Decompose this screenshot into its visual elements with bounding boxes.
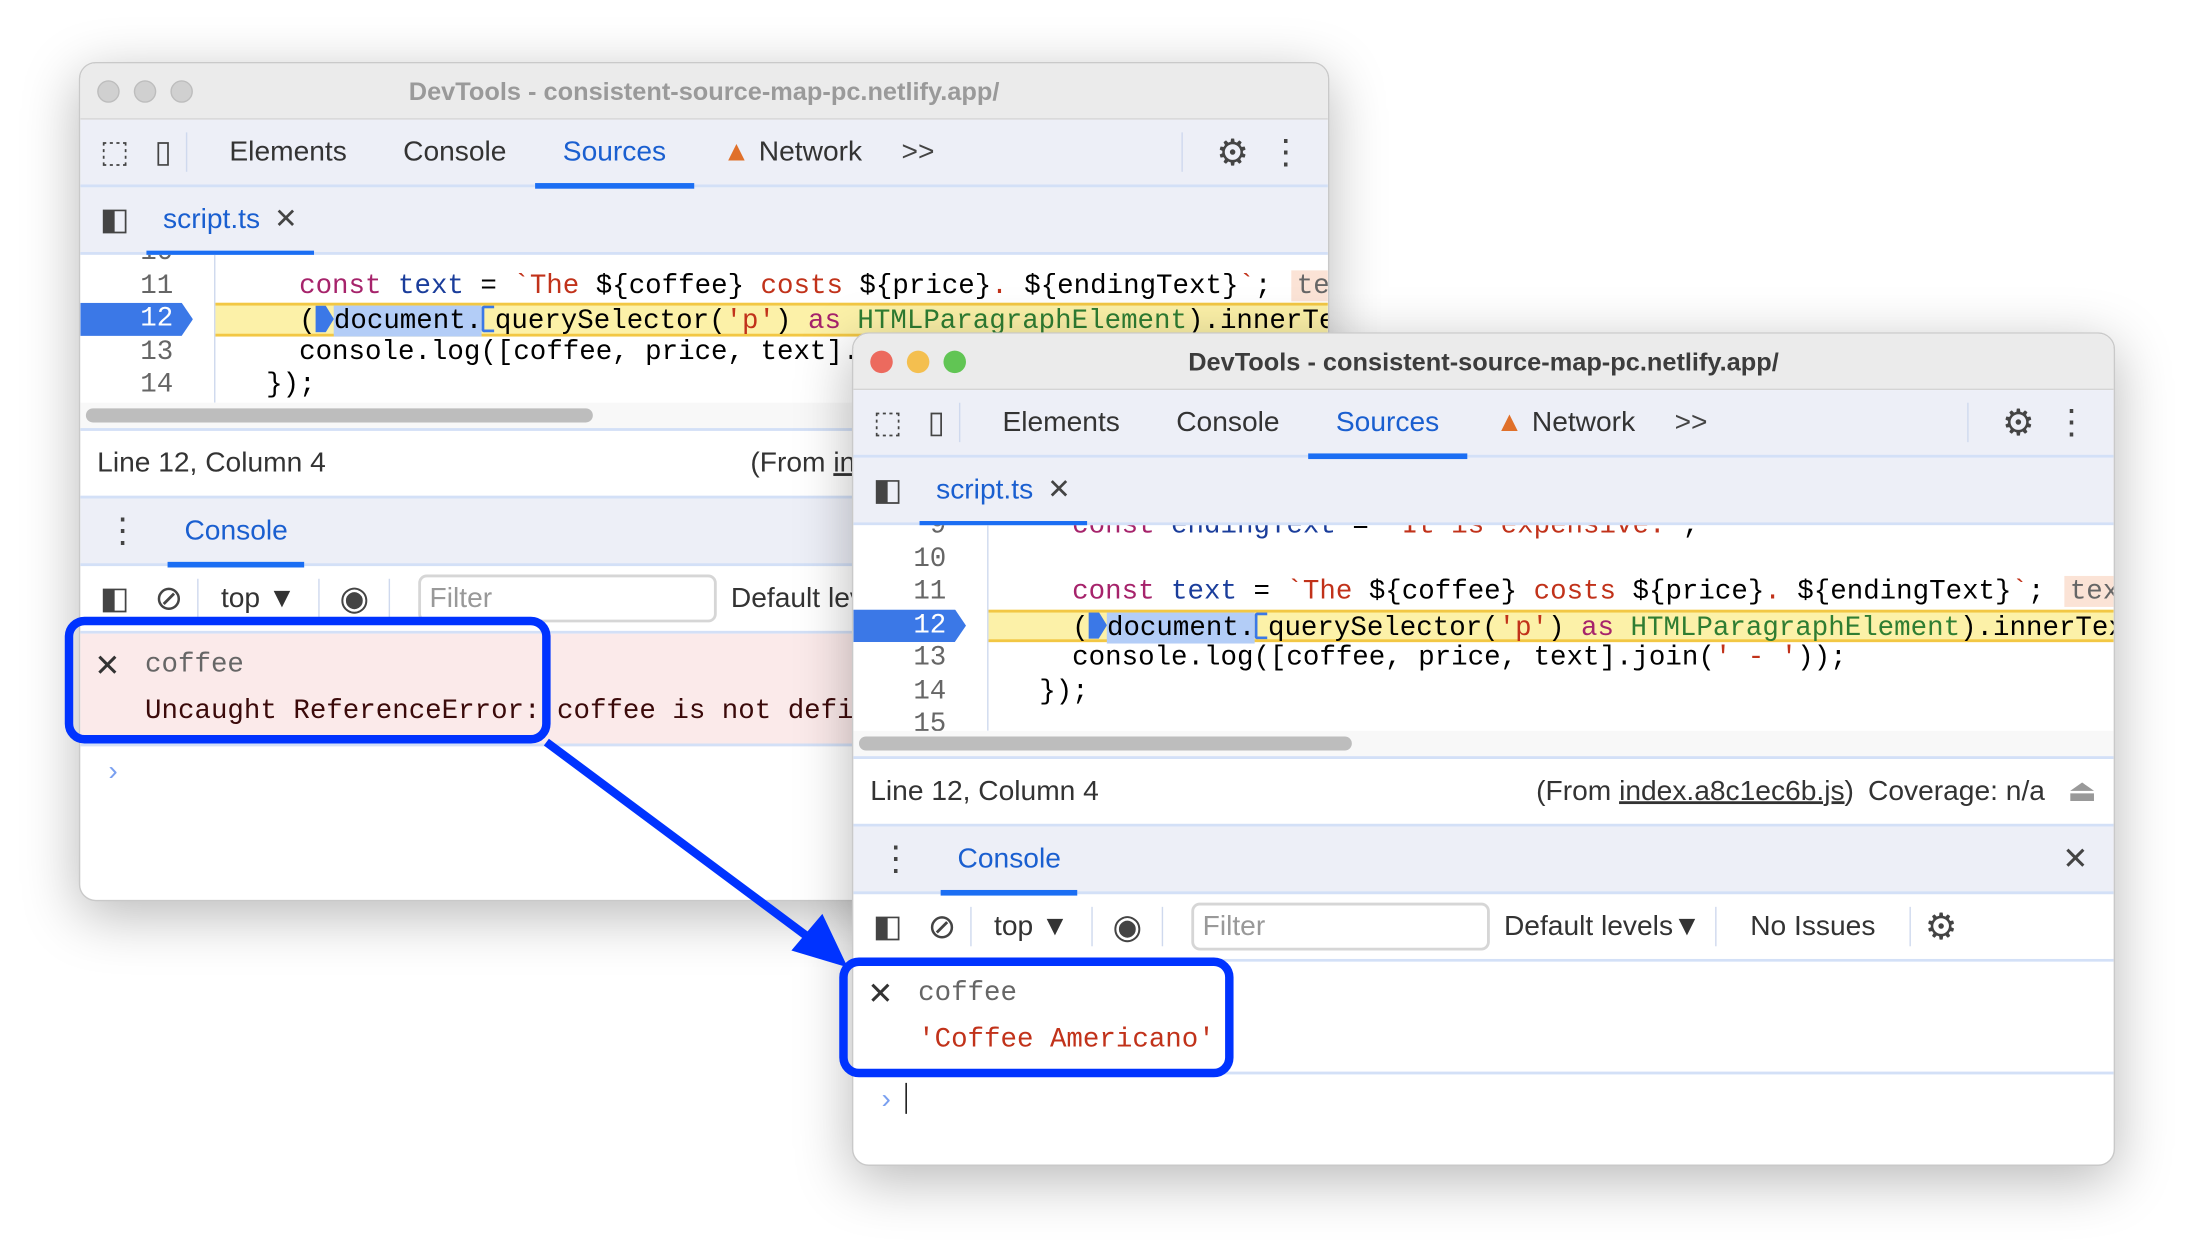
arrow-line (543, 738, 820, 947)
connector-arrow (543, 738, 848, 968)
arrow-head-icon (791, 913, 848, 968)
screenshot-stage: DevTools - consistent-source-map-pc.netl… (0, 0, 2208, 1249)
